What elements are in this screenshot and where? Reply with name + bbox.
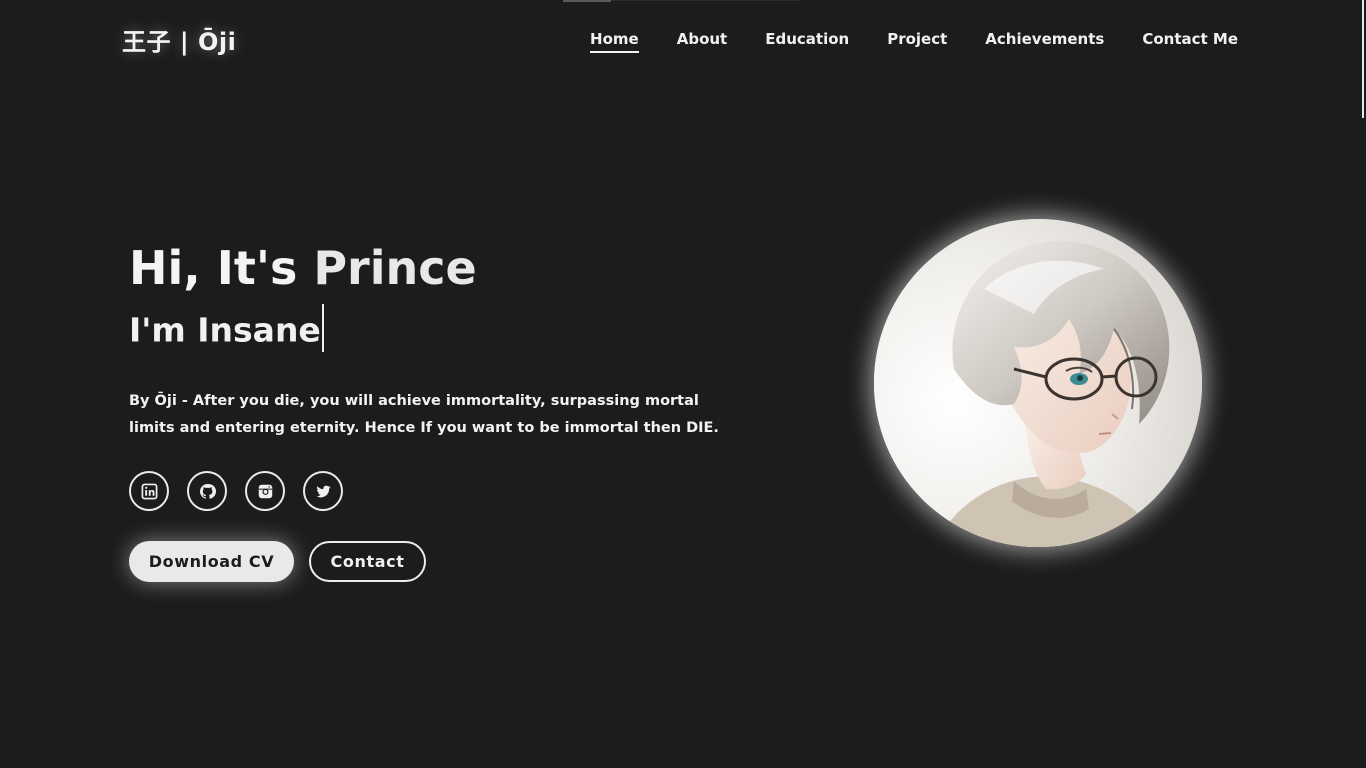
site-logo[interactable]: 王子 | Ōji [122,22,236,57]
profile-avatar [874,219,1202,547]
nav-project[interactable]: Project [887,30,947,52]
page: 王子 | Ōji Home About Education Project Ac… [0,0,1366,768]
hero-description: By Ōji - After you die, you will achieve… [129,393,719,436]
nav-achievements[interactable]: Achievements [985,30,1104,52]
nav-about[interactable]: About [677,30,728,52]
linkedin-icon [141,483,157,499]
instagram-icon [258,484,272,498]
hero-title: Hi, It's Prince [129,241,477,295]
hero-typing-subtitle: I'm Insane [129,304,324,356]
social-links [129,471,343,511]
typing-text: I'm Insane [129,310,321,350]
linkedin-link[interactable] [129,471,169,511]
typing-caret [321,304,324,352]
instagram-link[interactable] [245,471,285,511]
download-cv-button[interactable]: Download CV [129,541,294,582]
main-nav: Home About Education Project Achievement… [590,30,1238,53]
nav-education[interactable]: Education [765,30,849,52]
anime-portrait-avatar [874,219,1202,547]
github-link[interactable] [187,471,227,511]
twitter-link[interactable] [303,471,343,511]
github-icon [199,483,216,499]
nav-contact-me[interactable]: Contact Me [1142,30,1238,52]
hero-title-prefix: Hi, It's [129,241,314,295]
hero-actions: Download CV Contact [129,541,426,582]
nav-home[interactable]: Home [590,30,639,53]
hero-title-name: Prince [313,241,477,295]
twitter-icon [315,485,331,497]
site-header: 王子 | Ōji Home About Education Project Ac… [0,0,1366,80]
contact-button[interactable]: Contact [309,541,426,582]
